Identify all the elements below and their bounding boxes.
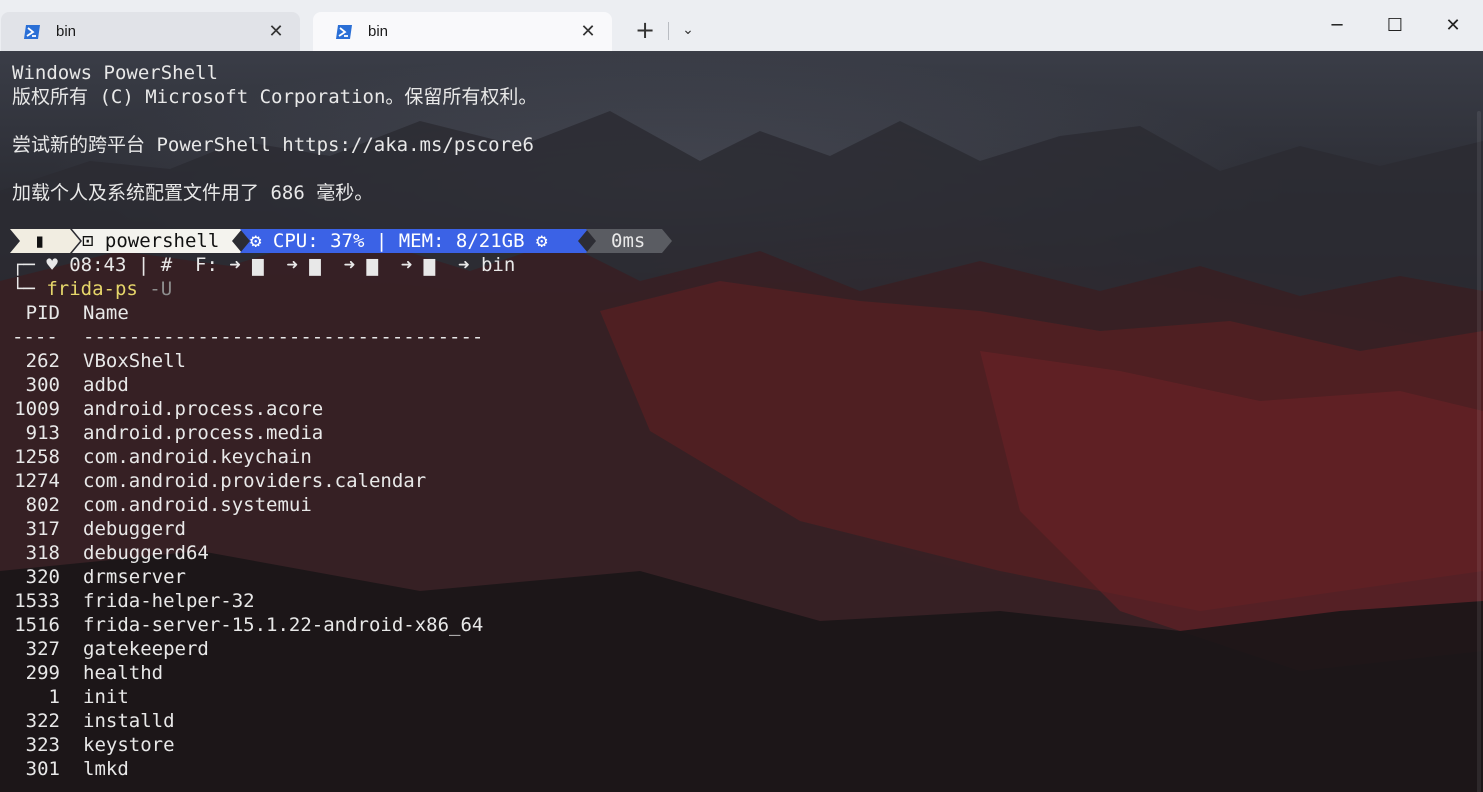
process-pid: 913: [25, 422, 60, 444]
banner-line: Windows PowerShell: [12, 62, 218, 84]
terminal-pane[interactable]: Windows PowerShell 版权所有 (C) Microsoft Co…: [0, 51, 1483, 792]
process-name: com.android.providers.calendar: [83, 470, 427, 492]
process-pid: 320: [25, 566, 60, 588]
banner-line: 尝试新的跨平台 PowerShell https://aka.ms/pscore…: [12, 134, 534, 156]
table-row: 323 keystore: [12, 733, 175, 757]
prompt-sysinfo-segment: ⚙ CPU: 37% | MEM: 8/21GB ⚙: [250, 230, 548, 252]
process-pid: 1009: [14, 398, 60, 420]
table-row: 1 init: [12, 685, 129, 709]
banner-line: 加载个人及系统配置文件用了 686 毫秒。: [12, 182, 374, 204]
process-name: drmserver: [83, 566, 186, 588]
process-name: frida-helper-32: [83, 590, 255, 612]
tab-title: bin: [368, 23, 389, 40]
table-row: 317 debuggerd: [12, 517, 186, 541]
process-pid: 1516: [14, 614, 60, 636]
process-name: lmkd: [83, 758, 129, 780]
process-pid: 322: [25, 710, 60, 732]
table-row: 913 android.process.media: [12, 421, 324, 445]
table-row: 322 installd: [12, 709, 175, 733]
tab-title: bin: [56, 23, 77, 40]
process-pid: 301: [25, 758, 60, 780]
process-name: keystore: [83, 734, 175, 756]
process-pid: 1: [48, 686, 60, 708]
process-pid: 318: [25, 542, 60, 564]
command-name: frida-ps: [46, 278, 138, 300]
process-pid: 262: [25, 350, 60, 372]
process-name: frida-server-15.1.22-android-x86_64: [83, 614, 484, 636]
process-pid: 1274: [14, 470, 60, 492]
process-pid: 1258: [14, 446, 60, 468]
prompt-os-segment: ▮: [34, 230, 46, 252]
separator-name: -----------------------------------: [83, 326, 484, 348]
table-row: 327 gatekeeperd: [12, 637, 209, 661]
process-name: android.process.acore: [83, 398, 324, 420]
tab-bin-2[interactable]: bin ✕: [313, 12, 612, 51]
command-line: └─ frida-ps -U: [12, 277, 172, 301]
table-separator: ---- -----------------------------------: [12, 325, 483, 349]
table-row: 299 healthd: [12, 661, 163, 685]
process-pid: 323: [25, 734, 60, 756]
process-pid: 317: [25, 518, 60, 540]
process-name: healthd: [83, 662, 164, 684]
process-name: gatekeeperd: [83, 638, 209, 660]
process-name: android.process.media: [83, 422, 324, 444]
process-pid: 802: [25, 494, 60, 516]
table-row: 1516 frida-server-15.1.22-android-x86_64: [12, 613, 483, 637]
dropdown-chevron-icon[interactable]: ⌄: [676, 18, 700, 42]
table-row: 1274 com.android.providers.calendar: [12, 469, 426, 493]
table-row: 802 com.android.systemui: [12, 493, 312, 517]
table-row: 1009 android.process.acore: [12, 397, 323, 421]
table-row: 301 lmkd: [12, 757, 129, 781]
prompt-exectime-segment: 0ms: [611, 230, 646, 252]
minimize-button[interactable]: ─: [1314, 8, 1360, 44]
process-name: VBoxShell: [83, 350, 186, 372]
process-pid: 1533: [14, 590, 60, 612]
banner-line: 版权所有 (C) Microsoft Corporation。保留所有权利。: [12, 86, 538, 108]
table-row: 318 debuggerd64: [12, 541, 209, 565]
tab-close-icon[interactable]: ✕: [578, 22, 598, 42]
prompt-shell-segment: ⊡ powershell: [82, 230, 220, 252]
table-row: 1533 frida-helper-32: [12, 589, 254, 613]
table-header: PID Name: [12, 301, 129, 325]
process-name: debuggerd64: [83, 542, 209, 564]
title-bar: bin ✕ bin ✕ + ⌄ ─ ☐ ✕: [0, 0, 1483, 52]
process-name: adbd: [83, 374, 129, 396]
scrollbar[interactable]: [1477, 111, 1481, 792]
process-name: installd: [83, 710, 175, 732]
process-pid: 327: [25, 638, 60, 660]
process-pid: 300: [25, 374, 60, 396]
process-name: com.android.keychain: [83, 446, 312, 468]
prompt-path-line: ┌─ ♥ 08:43 | # F: ➜ ▆ ➜ ▆ ➜ ▆ ➜ ▆ ➜ bin: [12, 254, 516, 276]
table-row: 1258 com.android.keychain: [12, 445, 312, 469]
command-argument: -U: [137, 278, 173, 300]
table-row: 320 drmserver: [12, 565, 186, 589]
process-name: com.android.systemui: [83, 494, 312, 516]
powershell-icon: [24, 25, 40, 39]
new-tab-button[interactable]: +: [630, 16, 660, 46]
process-pid: 299: [25, 662, 60, 684]
process-name: debuggerd: [83, 518, 186, 540]
process-name: init: [83, 686, 129, 708]
powershell-icon: [336, 25, 352, 39]
tab-close-icon[interactable]: ✕: [266, 22, 286, 42]
table-row: 300 adbd: [12, 373, 129, 397]
table-row: 262 VBoxShell: [12, 349, 186, 373]
tab-divider: [668, 22, 669, 40]
tab-bin-1[interactable]: bin ✕: [1, 12, 300, 51]
close-button[interactable]: ✕: [1430, 8, 1476, 44]
separator-pid: ----: [12, 326, 58, 348]
header-name: Name: [83, 302, 129, 324]
maximize-button[interactable]: ☐: [1372, 8, 1418, 44]
header-pid: PID: [25, 302, 60, 324]
prompt-prefix: └─: [12, 278, 47, 300]
